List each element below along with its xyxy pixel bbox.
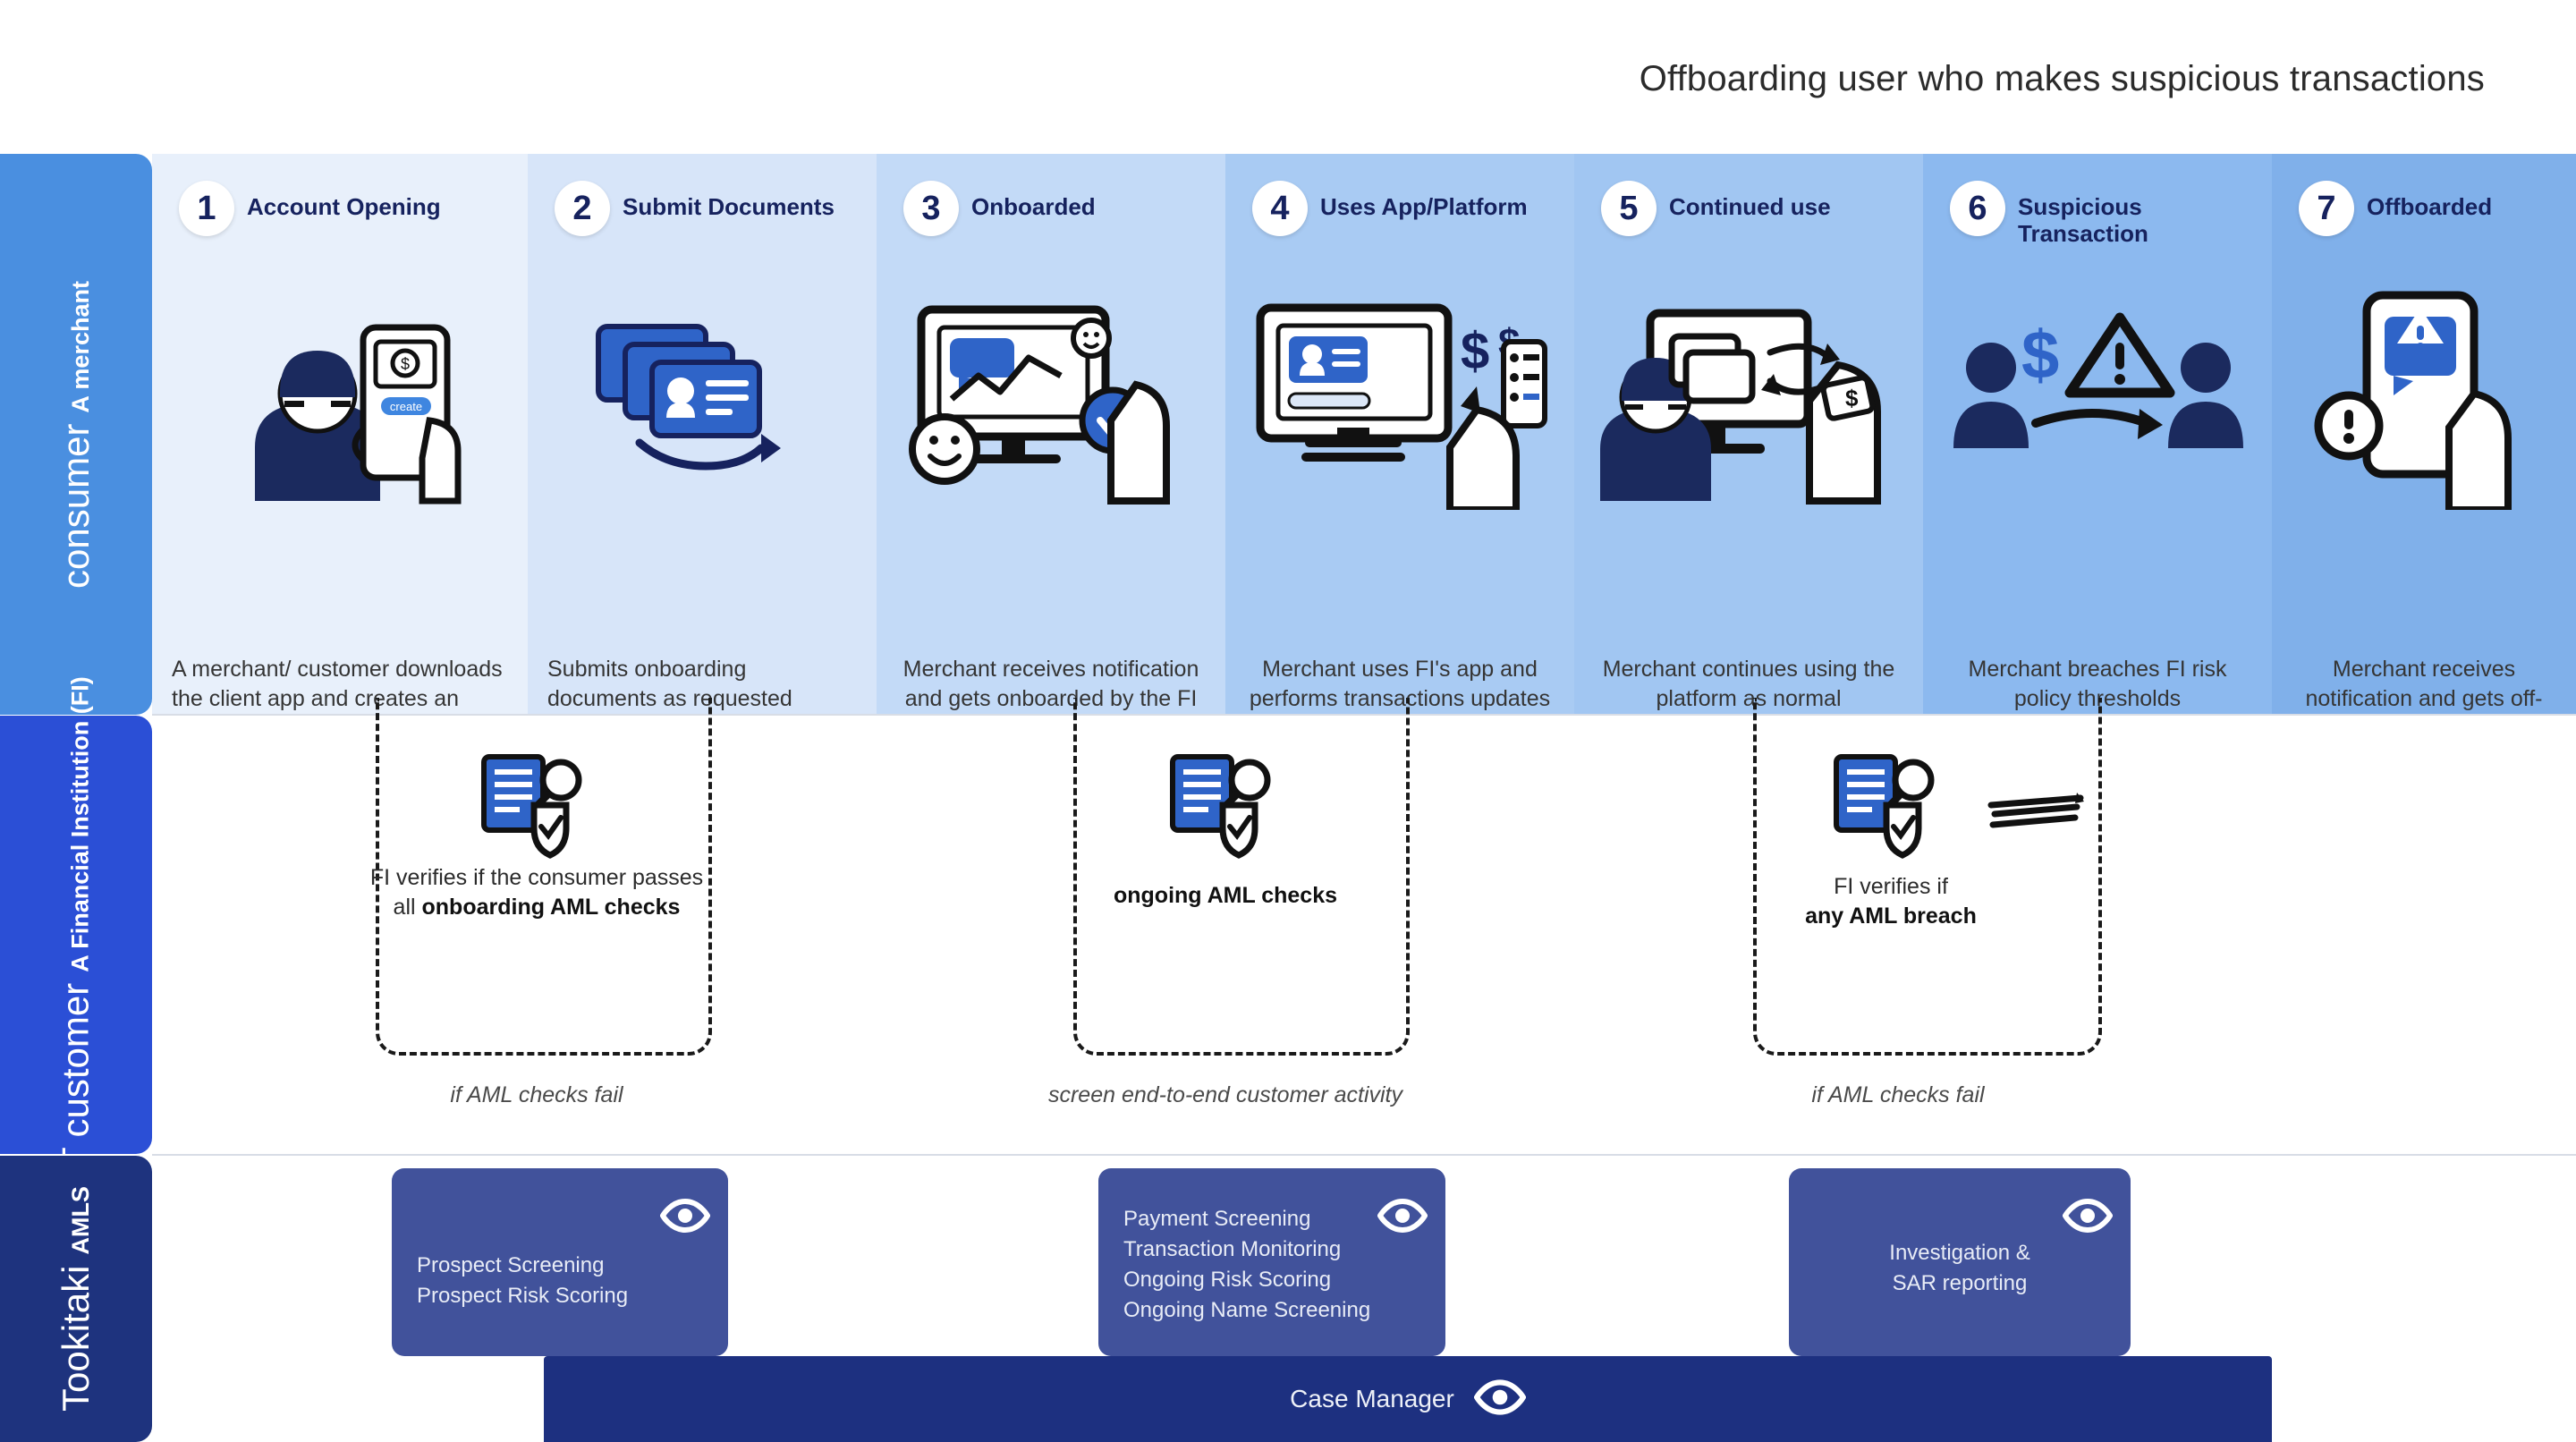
svg-text:$: $	[1461, 322, 1489, 380]
title-bar: Offboarding user who makes suspicious tr…	[0, 0, 2576, 154]
case-manager-bar[interactable]: Case Manager	[544, 1356, 2272, 1442]
lane-label-fi: TT customer A Financial Institution (FI)	[0, 676, 152, 1193]
step-header-7: 7 Offboarded	[2272, 181, 2576, 236]
case-manager-label: Case Manager	[1290, 1385, 1454, 1412]
step-column-3[interactable]: 3 Onboarded Merchant receives notificati…	[877, 154, 1225, 715]
svg-text:create: create	[390, 400, 422, 413]
step-number-badge: 4	[1252, 181, 1308, 236]
fi-text-bold: onboarding AML checks	[421, 895, 681, 920]
fi-swimlane: FI verifies if the consumer passes all o…	[152, 698, 2576, 1154]
lane-tt-main: Tookitaki	[55, 1265, 97, 1412]
step-column-2[interactable]: 2 Submit Documents Submits onboarding do…	[528, 154, 877, 715]
step-header-3: 3 Onboarded	[877, 181, 1225, 236]
consumer-swimlane: 1 Account Opening $ create A merchant/ c…	[152, 154, 2576, 740]
step-title: Suspicious Transaction	[2018, 193, 2148, 248]
step-header-6: 6 Suspicious Transaction	[1923, 181, 2272, 247]
amls-card-line: Payment Screening	[1123, 1207, 1311, 1231]
step-header-1: 1 Account Opening	[152, 181, 528, 236]
person-monitor-transfer-icon: $	[1574, 250, 1923, 546]
amls-card-line: Ongoing Risk Scoring	[1123, 1268, 1332, 1293]
svg-text:$: $	[2021, 318, 2059, 394]
amls-card-line: Prospect Risk Scoring	[417, 1284, 629, 1309]
lane-consumer-sub: A merchant	[67, 280, 95, 413]
step-title: Account Opening	[247, 193, 441, 220]
amls-card-payment-screening[interactable]: Payment Screening Transaction Monitoring…	[1098, 1168, 1445, 1356]
phone-alert-offboard-icon	[2272, 250, 2576, 546]
lane-label-tookitaki: Tookitaki AMLS	[0, 1156, 152, 1442]
suspicious-transfer-alert-icon: $	[1923, 250, 2272, 546]
step-number-badge: 5	[1601, 181, 1657, 236]
step-header-4: 4 Uses App/Platform	[1225, 181, 1574, 236]
svg-text:$: $	[401, 355, 410, 373]
step-column-4[interactable]: 4 Uses App/Platform $ $	[1225, 154, 1574, 740]
eye-icon	[2062, 1198, 2114, 1237]
amls-card-prospect-screening[interactable]: Prospect Screening Prospect Risk Scoring	[392, 1168, 728, 1356]
lane-label-consumer: consumer A merchant	[0, 154, 152, 715]
eye-icon	[1377, 1198, 1428, 1237]
document-magnifier-shield-icon	[479, 751, 595, 863]
step-title: Submit Documents	[623, 193, 835, 220]
amls-card-investigation-sar[interactable]: Investigation & SAR reporting	[1789, 1168, 2131, 1356]
fi-check-block-3[interactable]: FI verifies if any AML breach if AML che…	[1735, 698, 2102, 1154]
fi-check-text-1: FI verifies if the consumer passes all o…	[358, 863, 716, 923]
fi-caption-1: if AML checks fail	[450, 1082, 623, 1107]
id-documents-hand-icon	[528, 250, 877, 546]
monitor-profile-payment-icon: $ $	[1225, 250, 1574, 546]
fi-caption-2: screen end-to-end customer activity	[1047, 1082, 1402, 1107]
document-magnifier-shield-icon	[1167, 751, 1284, 863]
lane-consumer-main: consumer	[55, 423, 97, 589]
eye-icon	[659, 1198, 711, 1237]
svg-text:$: $	[1845, 385, 1859, 411]
fi-caption-3: if AML checks fail	[1811, 1082, 1985, 1107]
step-title: Onboarded	[971, 193, 1096, 220]
page-title: Offboarding user who makes suspicious tr…	[1639, 59, 2485, 98]
fi-check-block-2[interactable]: ongoing AML checks screen end-to-end cus…	[1046, 698, 1410, 1154]
amls-card-line: SAR reporting	[1892, 1271, 2028, 1296]
step-column-6[interactable]: 6 Suspicious Transaction $ Merchant brea…	[1923, 154, 2272, 715]
step-title: Offboarded	[2367, 193, 2493, 220]
step-number-badge: 6	[1950, 181, 2005, 236]
amls-card-line: Prospect Screening	[417, 1253, 605, 1277]
fi-text-bold: ongoing AML checks	[1113, 883, 1338, 908]
step-number-badge: 7	[2299, 181, 2354, 236]
step-title: Continued use	[1669, 193, 1831, 220]
lane-tt-sub: AMLS	[67, 1186, 94, 1255]
step-number-badge: 1	[179, 181, 234, 236]
monitor-chart-approved-icon	[877, 250, 1225, 546]
amls-card-line: Ongoing Name Screening	[1123, 1298, 1371, 1323]
amls-card-line: Transaction Monitoring	[1123, 1237, 1342, 1262]
fi-check-block-1[interactable]: FI verifies if the consumer passes all o…	[358, 698, 716, 1154]
step-header-2: 2 Submit Documents	[528, 181, 877, 236]
step-header-5: 5 Continued use	[1574, 181, 1923, 236]
step-column-1[interactable]: 1 Account Opening $ create A merchant/ c…	[152, 154, 528, 740]
tookitaki-swimlane: Prospect Screening Prospect Risk Scoring…	[152, 1156, 2576, 1442]
fi-text-plain: FI verifies if	[1834, 874, 1948, 899]
fi-check-text-2: ongoing AML checks	[1046, 881, 1404, 911]
step-title: Uses App/Platform	[1320, 193, 1528, 220]
eye-icon	[1473, 1378, 1527, 1420]
step-column-7[interactable]: 7 Offboarded Merchant receives notificat…	[2272, 154, 2576, 740]
step-number-badge: 2	[555, 181, 610, 236]
fi-check-text-3: FI verifies if any AML breach	[1712, 872, 2070, 932]
scribble-mark-icon	[1987, 789, 2086, 836]
step-number-badge: 3	[903, 181, 959, 236]
step-column-5[interactable]: 5 Continued use $ Merchant continues usi…	[1574, 154, 1923, 715]
document-magnifier-shield-icon	[1831, 751, 1947, 863]
fi-text-bold: any AML breach	[1805, 903, 1977, 929]
lane-fi-sub: A Financial Institution (FI)	[67, 676, 95, 972]
person-phone-create-icon: $ create	[152, 250, 528, 546]
amls-card-line: Investigation &	[1889, 1241, 2030, 1265]
